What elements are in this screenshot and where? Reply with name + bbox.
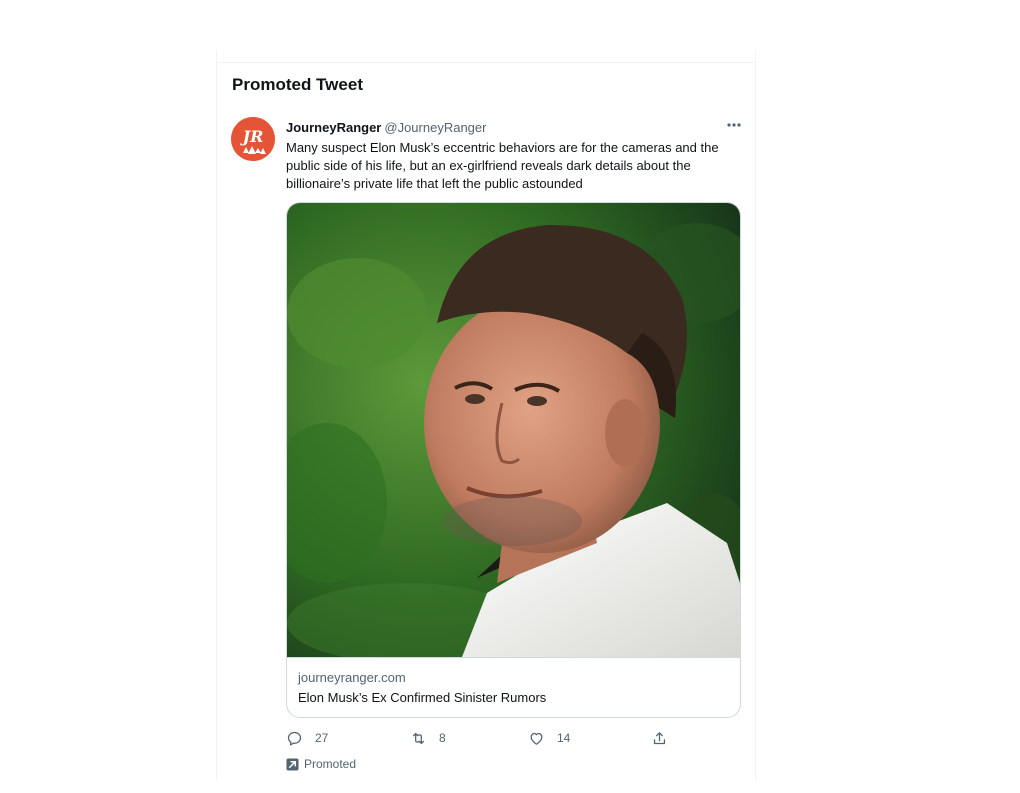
author-name[interactable]: JourneyRanger	[286, 120, 381, 135]
promoted-arrow-icon	[286, 757, 299, 771]
share-icon	[653, 731, 666, 744]
reply-count: 27	[315, 731, 329, 745]
retweet-button[interactable]: 8	[410, 728, 446, 748]
like-count: 14	[557, 731, 571, 745]
tweet-header: JourneyRanger @JourneyRanger	[286, 119, 486, 136]
reply-button[interactable]: 27	[286, 728, 328, 748]
promoted-tweet-module: Promoted Tweet JR JourneyRanger @JourneyR…	[216, 50, 756, 780]
heart-icon	[530, 732, 543, 745]
like-button[interactable]: 14	[528, 728, 570, 748]
divider	[217, 62, 755, 63]
link-domain: journeyranger.com	[298, 670, 406, 685]
more-dots-icon	[727, 123, 741, 127]
retweet-icon	[412, 732, 425, 744]
section-title: Promoted Tweet	[232, 75, 363, 94]
link-preview-image[interactable]	[287, 203, 740, 663]
tweet-text: Many suspect Elon Musk’s eccentric behav…	[286, 140, 719, 191]
reply-icon	[287, 731, 302, 746]
retweet-count: 8	[439, 731, 446, 745]
journeyranger-logo: JR	[231, 117, 275, 161]
promoted-text: Promoted	[304, 757, 357, 771]
share-button[interactable]	[651, 728, 668, 748]
avatar-initials: JR	[240, 127, 264, 146]
author-handle[interactable]: @JourneyRanger	[384, 120, 486, 135]
avatar[interactable]: JR	[231, 117, 275, 161]
tweet-actions: 27 8 14	[286, 728, 686, 750]
link-preview-card[interactable]: journeyranger.com Elon Musk’s Ex Confirm…	[286, 202, 741, 718]
promoted-label[interactable]: Promoted	[286, 757, 356, 771]
portrait-photo	[287, 203, 740, 663]
link-title: Elon Musk’s Ex Confirmed Sinister Rumors	[298, 690, 547, 705]
more-options-button[interactable]	[722, 116, 746, 134]
